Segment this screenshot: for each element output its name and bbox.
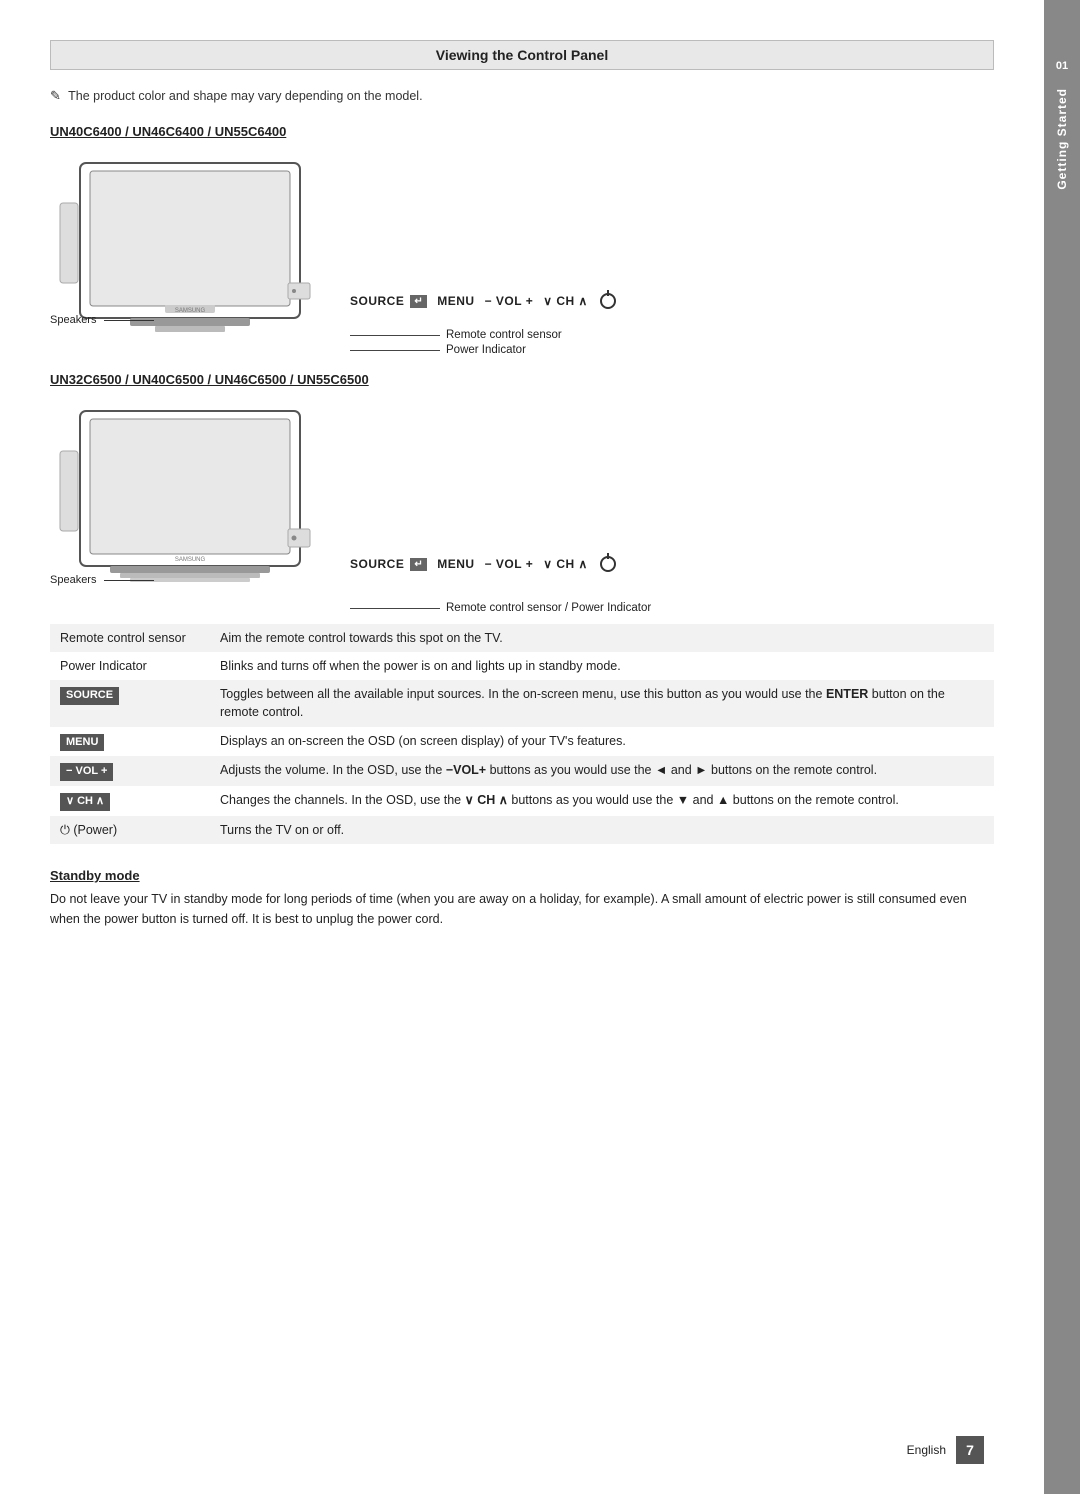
page-number: 7: [956, 1436, 984, 1464]
table-row: SOURCE Toggles between all the available …: [50, 680, 994, 726]
feature-name-cell: Remote control sensor: [50, 624, 210, 652]
table-row: MENU Displays an on-screen the OSD (on sc…: [50, 727, 994, 757]
feature-desc-cell: Aim the remote control towards this spot…: [210, 624, 994, 652]
feature-desc-cell: Toggles between all the available input …: [210, 680, 994, 726]
model-heading-1: UN40C6400 / UN46C6400 / UN55C6400: [50, 124, 994, 139]
feature-desc-cell: Turns the TV on or off.: [210, 816, 994, 844]
combined-sensor-line: Remote control sensor / Power Indicator: [350, 602, 651, 614]
feature-desc-cell: Blinks and turns off when the power is o…: [210, 652, 994, 680]
feature-name-box: SOURCE: [60, 687, 119, 705]
speaker-label-2: Speakers: [50, 574, 154, 586]
feature-name-cell: − VOL +: [50, 756, 210, 786]
feature-name-cell: Power Indicator: [50, 652, 210, 680]
power-indicator-line-1: Power Indicator: [350, 344, 616, 356]
right-labels-1: SOURCE ↵ MENU − VOL + ∨ CH ∧ Remote: [350, 293, 616, 356]
tv-drawing-2: SAMSUNG Speakers: [50, 401, 330, 614]
table-row: Power IndicatorBlinks and turns off when…: [50, 652, 994, 680]
page-footer: English 7: [907, 1436, 984, 1464]
feature-name-cell: MENU: [50, 727, 210, 757]
page-title: Viewing the Control Panel: [436, 47, 608, 63]
title-bar: Viewing the Control Panel: [50, 40, 994, 70]
speaker-label-1: Speakers: [50, 314, 154, 326]
note-text: The product color and shape may vary dep…: [68, 89, 422, 103]
tv-diagram-1: SAMSUNG Speakers: [50, 153, 994, 356]
side-tab-number: 01: [1056, 60, 1068, 72]
note-icon: ✎: [50, 88, 61, 103]
control-buttons-1: SOURCE ↵ MENU − VOL + ∨ CH ∧: [350, 293, 616, 309]
footer-lang: English: [907, 1443, 946, 1457]
tv-drawing-1: SAMSUNG Speakers: [50, 153, 330, 356]
feature-desc-cell: Adjusts the volume. In the OSD, use the …: [210, 756, 994, 786]
svg-text:SAMSUNG: SAMSUNG: [175, 557, 206, 563]
feature-desc-cell: Changes the channels. In the OSD, use th…: [210, 786, 994, 816]
note-line: ✎ The product color and shape may vary d…: [50, 88, 994, 104]
feature-name-cell: ∨ CH ∧: [50, 786, 210, 816]
feature-name-box: MENU: [60, 734, 104, 752]
feature-name-box: − VOL +: [60, 763, 113, 781]
right-labels-2: SOURCE ↵ MENU − VOL + ∨ CH ∧ Remote: [350, 556, 651, 614]
side-tab-label: Getting Started: [1055, 88, 1069, 190]
table-row: Remote control sensorAim the remote cont…: [50, 624, 994, 652]
feature-desc-cell: Displays an on-screen the OSD (on screen…: [210, 727, 994, 757]
feature-name-cell: SOURCE: [50, 680, 210, 726]
side-tab: 01 Getting Started: [1044, 0, 1080, 1494]
model-heading-2: UN32C6500 / UN40C6500 / UN46C6500 / UN55…: [50, 372, 994, 387]
feature-name-cell: ⏻ (Power): [50, 816, 210, 844]
standby-heading: Standby mode: [50, 868, 994, 883]
table-row: ∨ CH ∧ Changes the channels. In the OSD, …: [50, 786, 994, 816]
tv-diagram-2: SAMSUNG Speakers: [50, 401, 994, 614]
standby-text: Do not leave your TV in standby mode for…: [50, 889, 994, 929]
table-row: ⏻ (Power)Turns the TV on or off.: [50, 816, 994, 844]
svg-text:SAMSUNG: SAMSUNG: [175, 308, 206, 314]
table-row: − VOL + Adjusts the volume. In the OSD, u…: [50, 756, 994, 786]
remote-sensor-line-1: Remote control sensor: [350, 329, 616, 341]
feature-name-box: ∨ CH ∧: [60, 793, 110, 811]
standby-section: Standby mode Do not leave your TV in sta…: [50, 868, 994, 929]
feature-table: Remote control sensorAim the remote cont…: [50, 624, 994, 844]
control-buttons-2: SOURCE ↵ MENU − VOL + ∨ CH ∧: [350, 556, 651, 572]
